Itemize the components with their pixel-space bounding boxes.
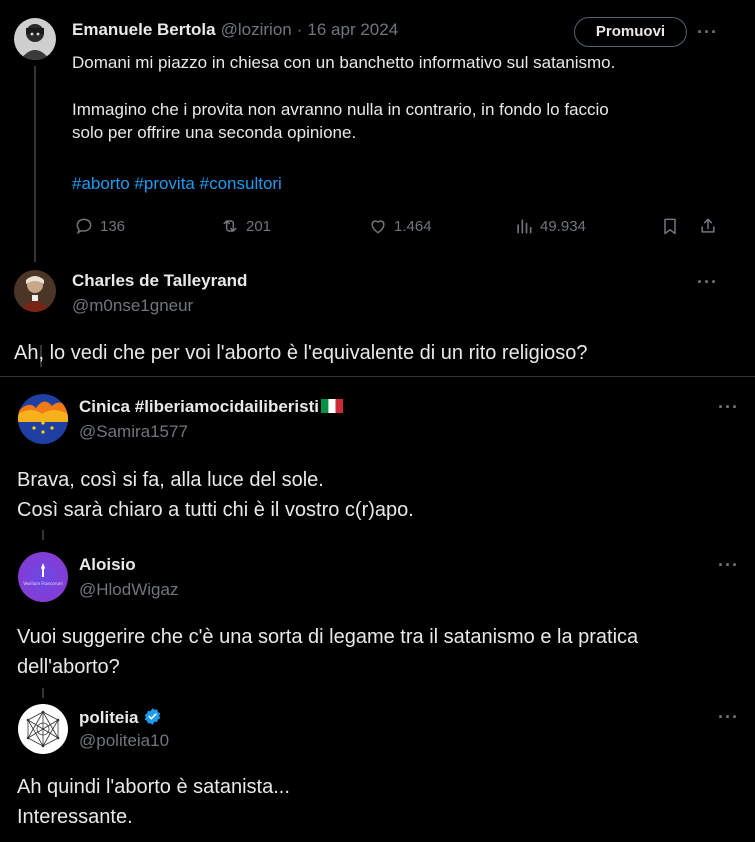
like-count: 1.464 [394,217,432,235]
reply-2-handle[interactable]: @Samira1577 [79,422,188,442]
conversation-thread: Emanuele Bertola @lozirion · 16 apr 2024… [0,0,755,842]
views-count: 49.934 [540,217,586,235]
reply-3-line-1: Vuoi suggerire che c'è una sorta di lega… [17,626,639,648]
header-separator: · [296,20,303,39]
reply-2-avatar[interactable] [18,394,68,444]
reply-2-name-row: Cinica #liberiamocidailiberisti [79,397,343,417]
more-options-icon[interactable]: ··· [697,22,718,43]
main-tweet-header: Emanuele Bertola @lozirion · 16 apr 2024 [72,20,398,40]
repost-button[interactable]: 201 [220,216,271,236]
share-icon [701,218,715,233]
italy-flag-icon [320,399,343,413]
reply-3-line-2: dell'aborto? [17,656,120,678]
reply-1-line-1: Ah, lo vedi che per voi l'aborto è l'equ… [14,342,588,364]
more-options-icon[interactable]: ··· [697,272,718,293]
reply-2-line-1: Brava, così si fa, alla luce del sole. [17,469,324,491]
tweet-line-1: Domani mi piazzo in chiesa con un banche… [72,53,616,72]
reply-4-avatar[interactable] [18,704,68,754]
thread-connector [42,530,44,540]
hashtag-provita[interactable]: #provita [134,174,194,193]
reply-3-name[interactable]: Aloisio [79,555,136,575]
reply-2-line-2: Così sarà chiaro a tutti chi è il vostro… [17,499,414,521]
views-button[interactable]: 49.934 [514,216,586,236]
reply-3-avatar[interactable]: Vexillum Francorum [18,552,68,602]
tweet-line-3: solo per offrire una seconda opinione. [72,123,357,142]
reply-count: 136 [100,217,126,235]
hashtag-list: #aborto #provita #consultori [72,172,722,195]
reply-4-name-row: politeia [79,707,162,728]
reply-1-handle[interactable]: @m0nse1gneur [72,296,193,316]
verified-badge-icon [144,708,160,725]
like-icon [371,220,385,234]
reply-icon [76,218,92,235]
reply-1-avatar[interactable] [14,270,56,312]
reply-4-line-2: Interessante. [17,806,133,828]
reply-4-handle[interactable]: @politeia10 [79,731,169,751]
reply-2-text: Brava, così si fa, alla luce del sole. C… [17,465,737,525]
reply-3-avatar-text: Vexillum Francorum [23,581,63,586]
share-button[interactable] [698,216,724,236]
views-icon [517,219,532,234]
reply-4-line-1: Ah quindi l'aborto è satanista... [17,776,290,798]
author-name[interactable]: Emanuele Bertola [72,20,216,40]
reply-1-name[interactable]: Charles de Talleyrand [72,271,247,291]
reply-1-text: Ah, lo vedi che per voi l'aborto è l'equ… [14,338,734,368]
reply-divider [0,376,755,377]
hashtag-consultori[interactable]: #consultori [200,174,282,193]
repost-count: 201 [246,217,272,235]
tweet-date[interactable]: 16 apr 2024 [307,20,398,40]
more-options-icon[interactable]: ··· [718,555,739,576]
reply-4-name[interactable]: politeia [79,708,139,727]
author-avatar[interactable] [14,18,56,60]
repost-icon [223,220,237,232]
tweet-actions-bar: 136 201 1.464 49.934 [72,216,732,240]
thread-connector [42,688,44,698]
more-options-icon[interactable]: ··· [718,707,739,728]
reply-button[interactable]: 136 [74,216,125,236]
thread-connector [34,66,36,262]
reply-3-handle[interactable]: @HlodWigaz [79,580,178,600]
tweet-body: Domani mi piazzo in chiesa con un banche… [72,51,722,195]
reply-3-text: Vuoi suggerire che c'è una sorta di lega… [17,622,737,682]
like-button[interactable]: 1.464 [368,216,432,236]
author-handle[interactable]: @lozirion [221,20,292,40]
hashtag-aborto[interactable]: #aborto [72,174,130,193]
reply-2-name[interactable]: Cinica #liberiamocidailiberisti [79,397,319,416]
reply-4-text: Ah quindi l'aborto è satanista... Intere… [17,772,737,832]
bookmark-button[interactable] [660,216,686,236]
promote-button[interactable]: Promuovi [574,17,687,47]
main-tweet[interactable]: Emanuele Bertola @lozirion · 16 apr 2024… [0,0,755,262]
tweet-line-2: Immagino che i provita non avranno nulla… [72,100,609,119]
more-options-icon[interactable]: ··· [718,397,739,418]
bookmark-icon [664,218,676,235]
